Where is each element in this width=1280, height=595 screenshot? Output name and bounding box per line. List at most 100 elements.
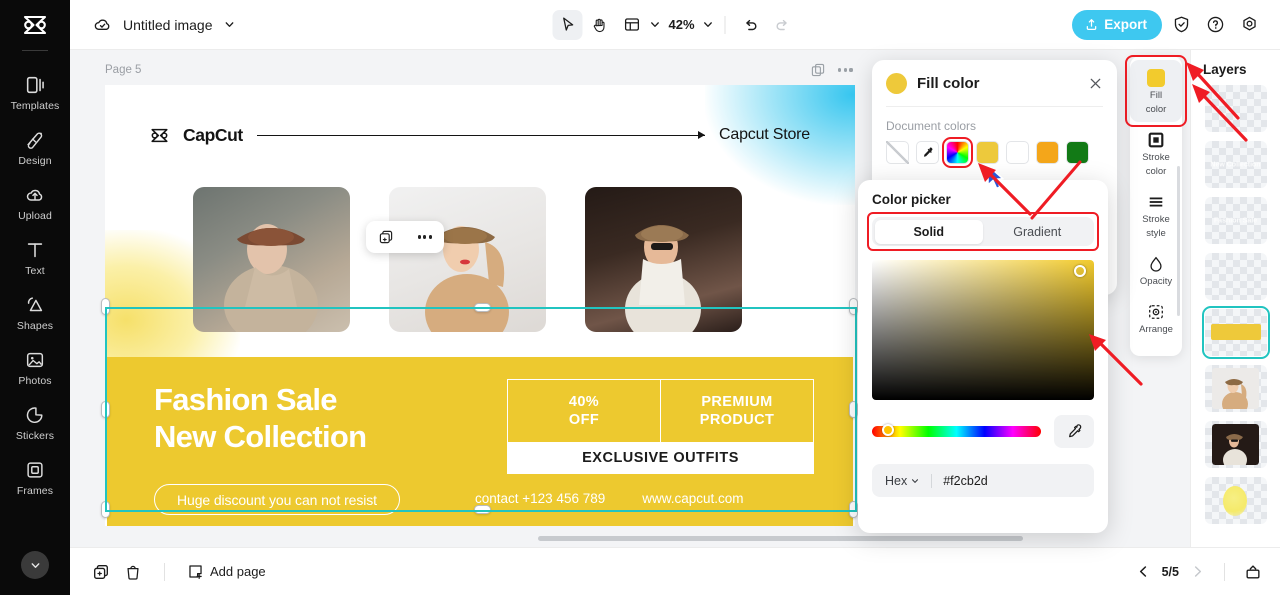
sidebar-item-upload[interactable]: Upload — [0, 175, 70, 230]
sidebar-item-label: Stickers — [15, 430, 55, 442]
hex-format-selector[interactable]: Hex — [885, 474, 920, 488]
selection-handle-bottom[interactable] — [474, 505, 491, 514]
tool-opacity[interactable]: Opacity — [1130, 246, 1182, 294]
model-photo-2[interactable] — [389, 187, 546, 332]
sidebar-item-stickers[interactable]: Stickers — [0, 395, 70, 450]
model-photo-3[interactable] — [585, 187, 742, 332]
yellow-banner-shape[interactable]: Fashion Sale New Collection Huge discoun… — [107, 357, 853, 526]
opacity-drop-icon — [1150, 256, 1162, 272]
offer-discount-line-2: OFF — [568, 412, 600, 428]
layer-yellow-banner[interactable] — [1201, 306, 1270, 359]
trash-icon[interactable] — [124, 563, 142, 581]
element-float-toolbar — [366, 221, 444, 253]
shield-button[interactable] — [1166, 10, 1196, 40]
add-page-button[interactable]: Add page — [187, 563, 266, 580]
sidebar-item-label: Text — [25, 265, 45, 277]
sidebar-item-design[interactable]: Design — [0, 120, 70, 175]
sidebar-item-templates[interactable]: Templates — [0, 65, 70, 120]
selection-handle-top[interactable] — [474, 303, 491, 312]
layer-yellow-glow[interactable] — [1204, 477, 1267, 524]
model-photo-1[interactable] — [193, 187, 350, 332]
chevron-down-icon[interactable] — [223, 18, 236, 31]
sidebar-collapse-button[interactable] — [21, 551, 49, 579]
sidebar-item-label: Upload — [18, 210, 52, 222]
headline-line-1: Fashion Sale — [154, 382, 338, 417]
selection-handle-left-bottom[interactable] — [101, 501, 110, 518]
hex-input-row[interactable]: Hex #f2cb2d — [872, 464, 1094, 497]
undo-icon — [746, 19, 757, 30]
settings-button[interactable] — [1234, 10, 1264, 40]
layer-shape-preview — [1210, 324, 1261, 340]
no-color-swatch[interactable] — [886, 141, 909, 164]
layer-text-label: New Collection — [1210, 161, 1261, 168]
eyedropper-swatch[interactable] — [916, 141, 939, 164]
hue-slider-handle[interactable] — [882, 423, 894, 436]
more-dots-icon[interactable] — [417, 235, 433, 239]
chevron-down-icon[interactable] — [648, 18, 661, 31]
duplicate-plus-icon[interactable] — [378, 229, 394, 245]
bottom-toolbar: Add page 5/5 — [70, 547, 1280, 595]
sidebar-item-label: Templates — [10, 100, 60, 112]
zoom-level[interactable]: 42% — [663, 17, 699, 32]
sidebar-item-text[interactable]: Text — [0, 230, 70, 285]
layer-text-new-collection[interactable]: New Collection — [1204, 141, 1267, 188]
toolbar-divider — [724, 15, 726, 34]
chevron-down-icon[interactable] — [702, 18, 715, 31]
tool-fill-color[interactable]: Fill color — [1125, 55, 1187, 127]
hue-row — [858, 400, 1108, 448]
hue-slider[interactable] — [872, 423, 1041, 437]
export-button[interactable]: Export — [1072, 9, 1162, 40]
tool-stroke-style[interactable]: Stroke style — [1130, 184, 1182, 246]
sidebar-item-photos[interactable]: Photos — [0, 340, 70, 395]
undo-button[interactable] — [736, 10, 766, 40]
headline-line-2: New Collection — [154, 419, 367, 454]
tool-rail-scrollbar[interactable] — [1176, 166, 1180, 316]
stroke-square-icon — [1148, 132, 1164, 148]
offer-discount-line-1: 40% — [568, 394, 600, 410]
document-title[interactable]: Untitled image — [123, 17, 213, 33]
design-store-text: Capcut Store — [719, 126, 810, 143]
duplicate-icon[interactable] — [810, 62, 826, 78]
help-button[interactable] — [1200, 10, 1230, 40]
eyedropper-icon — [1068, 424, 1081, 438]
sidebar-item-frames[interactable]: Frames — [0, 450, 70, 505]
selection-handle-left-mid[interactable] — [101, 401, 110, 418]
more-dots-icon[interactable] — [838, 68, 853, 72]
capcut-mark-icon — [151, 128, 168, 142]
cloud-saved-icon[interactable] — [92, 14, 113, 35]
hand-tool-button[interactable] — [584, 10, 614, 40]
duplicate-icon[interactable] — [92, 563, 110, 581]
close-x-icon[interactable] — [1088, 76, 1103, 91]
sidebar-item-shapes[interactable]: Shapes — [0, 285, 70, 340]
selection-handle-left[interactable] — [101, 298, 110, 315]
tool-label-line1: Stroke — [1142, 152, 1170, 163]
eyedropper-button[interactable] — [1054, 415, 1094, 448]
help-question-icon — [1207, 16, 1223, 33]
layer-photo-model-2[interactable] — [1204, 365, 1267, 412]
chevron-down-icon — [31, 562, 39, 568]
chevron-right-icon[interactable] — [1190, 564, 1205, 579]
capcut-logo[interactable] — [0, 0, 70, 50]
tool-label-line2: color — [1145, 166, 1167, 177]
sv-selector-handle[interactable] — [1074, 265, 1086, 277]
rainbow-picker-swatch[interactable] — [942, 137, 973, 168]
redo-button[interactable] — [768, 10, 798, 40]
design-photos — [193, 187, 742, 332]
hex-value-input[interactable]: #f2cb2d — [943, 474, 987, 488]
select-tool-button[interactable] — [552, 9, 583, 40]
selection-handle-right[interactable] — [849, 298, 858, 315]
offer-box: 40% OFF PREMIUM PRODUCT EXCLUSIVE OUTFIT… — [507, 379, 814, 474]
canvas-horizontal-scrollbar[interactable] — [538, 536, 1023, 541]
saturation-value-area[interactable] — [872, 260, 1094, 400]
layer-empty-2[interactable] — [1204, 253, 1267, 300]
chevron-left-icon[interactable] — [1136, 564, 1151, 579]
selection-handle-right-bottom[interactable] — [849, 501, 858, 518]
capcut-logo-icon — [23, 15, 47, 35]
layout-tool-button[interactable] — [616, 10, 646, 40]
layer-text-fashion-sale[interactable]: Fashion Sale — [1204, 197, 1267, 244]
tool-stroke-color[interactable]: Stroke color — [1130, 122, 1182, 184]
layer-photo-model-3[interactable] — [1204, 421, 1267, 468]
design-icon — [26, 132, 43, 149]
present-icon[interactable] — [1244, 563, 1262, 581]
selection-handle-right-mid[interactable] — [849, 401, 858, 418]
